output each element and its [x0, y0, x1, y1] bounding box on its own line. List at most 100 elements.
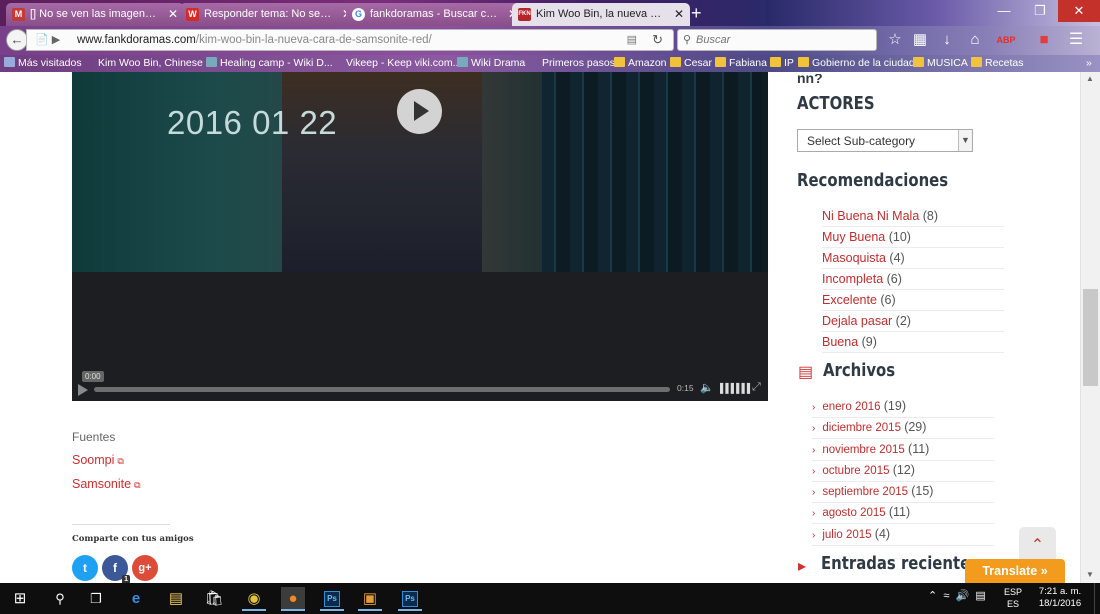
- forum-icon: W: [186, 8, 199, 21]
- downloads-icon[interactable]: ↓: [937, 30, 957, 50]
- wifi-icon[interactable]: ≈: [943, 590, 949, 602]
- archive-item[interactable]: › agosto 2015 (11): [812, 502, 998, 524]
- bookmark-item[interactable]: Kim Woo Bin, Chinese ...: [98, 55, 215, 72]
- bookmark-item[interactable]: Primeros pasos: [542, 55, 615, 72]
- archive-item[interactable]: › septiembre 2015 (15): [812, 481, 998, 503]
- store-icon[interactable]: 🛍: [202, 587, 226, 611]
- input-language[interactable]: ESP ES: [1004, 586, 1022, 610]
- scroll-down-icon[interactable]: ▼: [1086, 570, 1094, 579]
- recomendacion-item[interactable]: Ni Buena Ni Mala (8): [822, 206, 1008, 227]
- recomendacion-item[interactable]: Dejala pasar (2): [822, 311, 1008, 332]
- close-icon[interactable]: ✕: [674, 3, 684, 25]
- volume-slider[interactable]: ▌▌▌▌▌▌: [720, 383, 753, 393]
- bookmark-item[interactable]: Más visitados: [4, 55, 82, 72]
- chevron-down-icon[interactable]: ▼: [958, 130, 972, 151]
- extension-icon[interactable]: ■: [1034, 30, 1054, 50]
- url-text[interactable]: www.fankdoramas.com/kim-woo-bin-la-nueva…: [77, 34, 432, 46]
- new-tab-button[interactable]: +: [691, 2, 702, 24]
- fullscreen-icon[interactable]: ⤢: [752, 381, 761, 394]
- edge-icon[interactable]: e: [124, 587, 148, 611]
- archive-box-icon: ▤: [798, 364, 814, 381]
- adblock-icon[interactable]: ABP: [996, 30, 1016, 50]
- bookmark-folder[interactable]: Gobierno de la ciudad: [798, 55, 915, 72]
- folder-icon: [715, 57, 726, 67]
- bookmark-folder[interactable]: IP: [770, 55, 794, 72]
- photoshop-icon[interactable]: Ps: [320, 587, 344, 611]
- recomendacion-item[interactable]: Excelente (6): [822, 290, 1008, 311]
- video-background-lights: [542, 72, 762, 272]
- notifications-icon[interactable]: ▤: [975, 590, 985, 602]
- archive-item[interactable]: › octubre 2015 (12): [812, 460, 998, 482]
- recomendacion-item[interactable]: Muy Buena (10): [822, 227, 1008, 248]
- tab-gmail[interactable]: M [] No se ven las imagenes ... ✕: [6, 3, 184, 26]
- recomendacion-item[interactable]: Masoquista (4): [822, 248, 1008, 269]
- video-progress-track[interactable]: [94, 387, 670, 392]
- chevron-right-icon: ›: [812, 402, 816, 413]
- video-player[interactable]: 2016 01 22 0:00 0:15 🔈 ▌▌▌▌▌▌ ⤢: [72, 72, 768, 401]
- menu-icon[interactable]: ☰: [1066, 30, 1086, 50]
- file-explorer-icon[interactable]: ▤: [164, 587, 188, 611]
- task-view-icon[interactable]: ❐: [84, 587, 108, 611]
- archive-item[interactable]: › noviembre 2015 (11): [812, 439, 998, 461]
- tray-up-icon[interactable]: ⌃: [928, 590, 937, 602]
- bookmark-item[interactable]: Wiki Drama: [457, 55, 525, 72]
- bookmark-folder[interactable]: Cesar: [670, 55, 712, 72]
- archive-item[interactable]: › julio 2015 (4): [812, 524, 998, 546]
- bookmark-star-icon[interactable]: ☆: [885, 30, 905, 50]
- back-button[interactable]: ←: [6, 29, 28, 51]
- bookmark-folder[interactable]: MUSICA: [913, 55, 968, 72]
- play-icon[interactable]: [397, 89, 442, 134]
- source-link-soompi[interactable]: Soompi ⧉: [72, 453, 124, 467]
- translate-button[interactable]: Translate »: [965, 559, 1065, 583]
- scroll-up-icon[interactable]: ▲: [1086, 74, 1094, 83]
- archive-item[interactable]: › diciembre 2015 (29): [812, 417, 998, 439]
- search-icon: ⚲: [683, 34, 692, 46]
- clock[interactable]: 7:21 a. m. 18/1/2016: [1036, 586, 1084, 610]
- windows-start-icon[interactable]: ⊞: [8, 587, 32, 611]
- twitter-share-icon[interactable]: t: [72, 555, 98, 581]
- source-link-samsonite[interactable]: Samsonite ⧉: [72, 477, 141, 491]
- search-input[interactable]: [696, 32, 872, 48]
- bookmark-item[interactable]: Vikeep - Keep viki.com...: [346, 55, 461, 72]
- photoshop-icon[interactable]: Ps: [398, 587, 422, 611]
- sub-category-select[interactable]: Select Sub-category: [797, 129, 973, 152]
- chrome-icon[interactable]: ◉: [242, 587, 266, 611]
- bookmark-item[interactable]: Healing camp - Wiki D...: [206, 55, 333, 72]
- recomendacion-item[interactable]: Incompleta (6): [822, 269, 1008, 290]
- volume-icon[interactable]: 🔈: [700, 381, 714, 394]
- reader-view-icon[interactable]: ▤: [627, 33, 637, 46]
- recomendacion-item[interactable]: Buena (9): [822, 332, 1008, 353]
- show-desktop-button[interactable]: [1094, 583, 1100, 614]
- maximize-button[interactable]: ❐: [1022, 0, 1058, 22]
- bookmark-folder[interactable]: Recetas: [971, 55, 1024, 72]
- tab-google-search[interactable]: G fankdoramas - Buscar con... ✕: [346, 3, 524, 26]
- app-icon[interactable]: ▣: [358, 587, 382, 611]
- bookmarks-menu-icon[interactable]: ▦: [910, 30, 930, 50]
- sources-label: Fuentes: [72, 430, 116, 444]
- address-bar[interactable]: 📄 ▶ www.fankdoramas.com/kim-woo-bin-la-n…: [26, 29, 674, 51]
- firefox-icon[interactable]: ●: [281, 587, 305, 611]
- search-bar[interactable]: ⚲: [677, 29, 877, 51]
- archive-item[interactable]: › enero 2016 (19): [812, 396, 998, 418]
- scrollbar-thumb[interactable]: [1083, 289, 1098, 386]
- site-info-icon[interactable]: 📄 ▶: [35, 33, 60, 46]
- tab-kim-woo-bin[interactable]: FKN Kim Woo Bin, la nueva car... ✕: [512, 3, 690, 26]
- tab-label: fankdoramas - Buscar con...: [370, 8, 498, 20]
- bookmark-folder[interactable]: Amazon: [614, 55, 667, 72]
- reload-icon[interactable]: ↻: [652, 32, 663, 48]
- bookmark-folder[interactable]: Fabiana: [715, 55, 767, 72]
- bookmarks-overflow-icon[interactable]: »: [1086, 55, 1092, 72]
- minimize-button[interactable]: —: [986, 0, 1022, 22]
- google-plus-share-icon[interactable]: g+: [132, 555, 158, 581]
- search-icon[interactable]: ⚲: [48, 587, 72, 611]
- window-close-button[interactable]: ✕: [1058, 0, 1100, 22]
- chevron-right-icon: ›: [812, 423, 816, 434]
- volume-icon[interactable]: 🔊: [956, 590, 970, 602]
- facebook-share-icon[interactable]: f1: [102, 555, 130, 583]
- tab-responder-tema[interactable]: W Responder tema: No se v... ✕: [180, 3, 358, 26]
- page-scrollbar[interactable]: ▲ ▼: [1080, 72, 1100, 583]
- close-icon[interactable]: ✕: [168, 3, 178, 25]
- control-play-icon[interactable]: [78, 384, 88, 396]
- star-icon: [4, 57, 15, 67]
- home-icon[interactable]: ⌂: [965, 30, 985, 50]
